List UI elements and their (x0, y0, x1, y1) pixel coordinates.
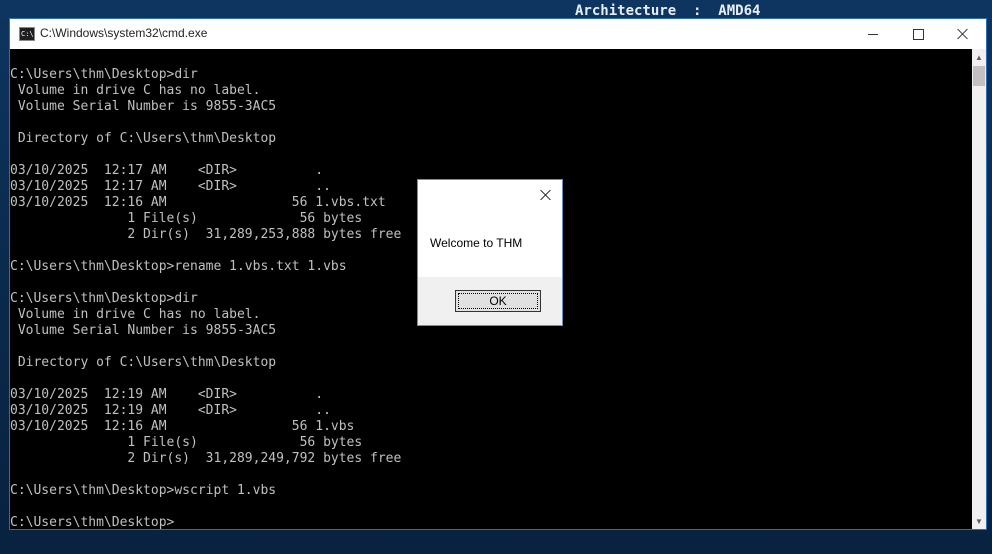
ok-button[interactable]: OK (455, 290, 541, 312)
console-line: 03/10/2025 12:17 AM <DIR> .. (10, 179, 331, 194)
close-icon (540, 189, 552, 201)
console-line: 1 File(s) 56 bytes (10, 435, 363, 450)
console-line: 2 Dir(s) 31,289,249,792 bytes free (10, 451, 402, 466)
minimize-button[interactable] (850, 19, 896, 49)
console-line: 2 Dir(s) 31,289,253,888 bytes free (10, 227, 402, 242)
dialog-close-button[interactable] (536, 185, 556, 205)
scrollbar-thumb[interactable] (973, 66, 985, 86)
console-line: Volume Serial Number is 9855-3AC5 (10, 99, 277, 114)
vertical-scrollbar[interactable]: ▲ ▼ (972, 49, 986, 529)
cmd-icon: C:\ (19, 27, 35, 41)
console-line: C:\Users\thm\Desktop>wscript 1.vbs (10, 483, 277, 498)
console-line: Directory of C:\Users\thm\Desktop (10, 131, 277, 146)
desktop-info-text: Architecture : AMD64 (575, 3, 761, 19)
console-line: C:\Users\thm\Desktop>dir (10, 67, 198, 82)
minimize-icon (868, 33, 878, 35)
close-button[interactable] (940, 19, 986, 49)
dialog-message: Welcome to THM (430, 236, 523, 250)
console-line: C:\Users\thm\Desktop>rename 1.vbs.txt 1.… (10, 259, 347, 274)
console-line: 03/10/2025 12:16 AM 56 1.vbs.txt (10, 195, 386, 210)
console-line: 1 File(s) 56 bytes (10, 211, 363, 226)
scroll-down-arrow-icon[interactable]: ▼ (972, 513, 986, 529)
scroll-up-arrow-icon[interactable]: ▲ (972, 49, 986, 65)
console-line: 03/10/2025 12:19 AM <DIR> . (10, 387, 324, 402)
console-line: 03/10/2025 12:17 AM <DIR> . (10, 163, 324, 178)
console-line: C:\Users\thm\Desktop> (10, 515, 175, 529)
window-title: C:\Windows\system32\cmd.exe (40, 26, 208, 40)
console-lines: C:\Users\thm\Desktop>dir Volume in drive… (10, 67, 401, 529)
maximize-button[interactable] (895, 19, 941, 49)
console-line: 03/10/2025 12:19 AM <DIR> .. (10, 403, 331, 418)
console-line: 03/10/2025 12:16 AM 56 1.vbs (10, 419, 355, 434)
console-line: Directory of C:\Users\thm\Desktop (10, 355, 277, 370)
maximize-icon (912, 28, 924, 40)
title-bar[interactable]: C:\ C:\Windows\system32\cmd.exe (10, 19, 986, 49)
console-line: C:\Users\thm\Desktop>dir (10, 291, 198, 306)
console-line: Volume in drive C has no label. (10, 307, 261, 322)
message-box-dialog: Welcome to THM OK (417, 179, 563, 326)
console-line: Volume in drive C has no label. (10, 83, 261, 98)
console-line: Volume Serial Number is 9855-3AC5 (10, 323, 277, 338)
close-icon (957, 28, 969, 40)
dialog-footer: OK (418, 277, 562, 325)
